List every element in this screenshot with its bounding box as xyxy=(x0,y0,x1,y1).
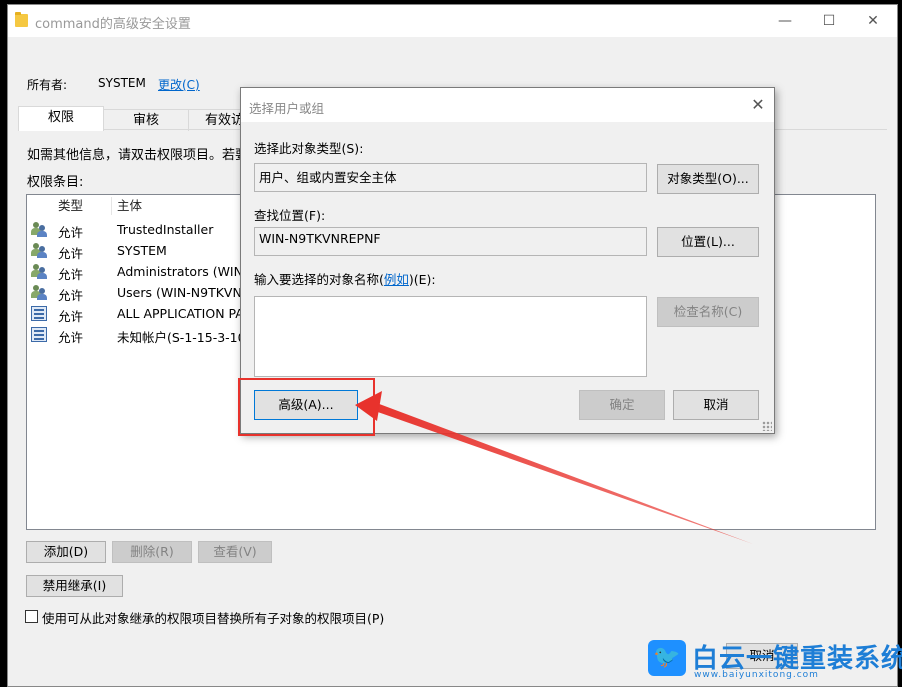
watermark-url: www.baiyunxitong.com xyxy=(694,670,819,680)
bird-logo-icon: 🐦 xyxy=(648,640,686,676)
watermark: 🐦 白云一键重装系统 www.baiyunxitong.com xyxy=(648,640,902,682)
tab-permissions[interactable]: 权限 xyxy=(18,106,104,131)
annotation-arrow xyxy=(355,391,753,544)
